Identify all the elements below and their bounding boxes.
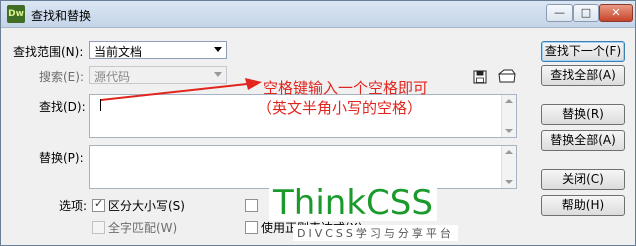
scope-value: 当前文档 <box>94 45 143 59</box>
thinkcss-watermark-logo: ThinkCSS <box>269 185 437 221</box>
replace-label: 替换(P): <box>39 151 84 165</box>
scroll-down-icon[interactable] <box>505 180 513 184</box>
help-button[interactable]: 帮助(H) <box>541 195 625 216</box>
close-button[interactable]: 关闭(C) <box>541 169 625 190</box>
window-title: 查找和替换 <box>31 9 92 23</box>
close-window-button[interactable]: ✕ <box>599 4 633 22</box>
find-label: 查找(D): <box>39 100 86 114</box>
dreamweaver-app-icon: Dw <box>7 5 25 23</box>
watermark-subtitle: DIVCSS学习与分享平台 <box>293 225 458 241</box>
annotation-arrow <box>100 78 262 101</box>
scroll-down-icon[interactable] <box>505 129 513 133</box>
match-case-label: 区分大小写(S) <box>108 199 185 213</box>
scroll-up-icon[interactable] <box>505 150 513 154</box>
replace-button[interactable]: 替换(R) <box>541 104 625 125</box>
find-all-button[interactable]: 查找全部(A) <box>541 65 625 86</box>
find-scrollbar[interactable] <box>501 95 516 137</box>
save-icon[interactable] <box>473 70 487 84</box>
replace-scrollbar[interactable] <box>501 146 516 188</box>
search-in-label: 搜索(E): <box>39 70 84 84</box>
open-icon[interactable] <box>497 68 517 84</box>
find-replace-dialog: Dw 查找和替换 — □ ✕ 查找范围(N): 当前文档 搜索(E): 源代码 … <box>0 0 636 246</box>
options-label: 选项: <box>59 199 88 213</box>
annotation-line-2: （英文半角小写的空格） <box>257 99 423 117</box>
title-bar[interactable]: Dw 查找和替换 — □ ✕ <box>1 1 635 28</box>
whole-word-label: 全字匹配(W) <box>108 221 178 235</box>
replace-all-button[interactable]: 替换全部(A) <box>541 130 625 151</box>
minimize-button[interactable]: — <box>546 4 573 22</box>
regex-checkbox[interactable] <box>245 221 258 234</box>
scroll-up-icon[interactable] <box>505 99 513 103</box>
whole-word-checkbox[interactable] <box>92 221 105 234</box>
scope-select[interactable]: 当前文档 <box>89 41 227 59</box>
maximize-button[interactable]: □ <box>573 4 599 22</box>
scope-label: 查找范围(N): <box>13 45 84 59</box>
chevron-down-icon <box>214 47 222 52</box>
annotation-line-1: 空格键输入一个空格即可 <box>263 79 429 97</box>
ignore-whitespace-checkbox[interactable] <box>245 199 258 212</box>
find-next-button[interactable]: 查找下一个(F) <box>541 41 625 62</box>
match-case-checkbox[interactable] <box>92 197 105 212</box>
